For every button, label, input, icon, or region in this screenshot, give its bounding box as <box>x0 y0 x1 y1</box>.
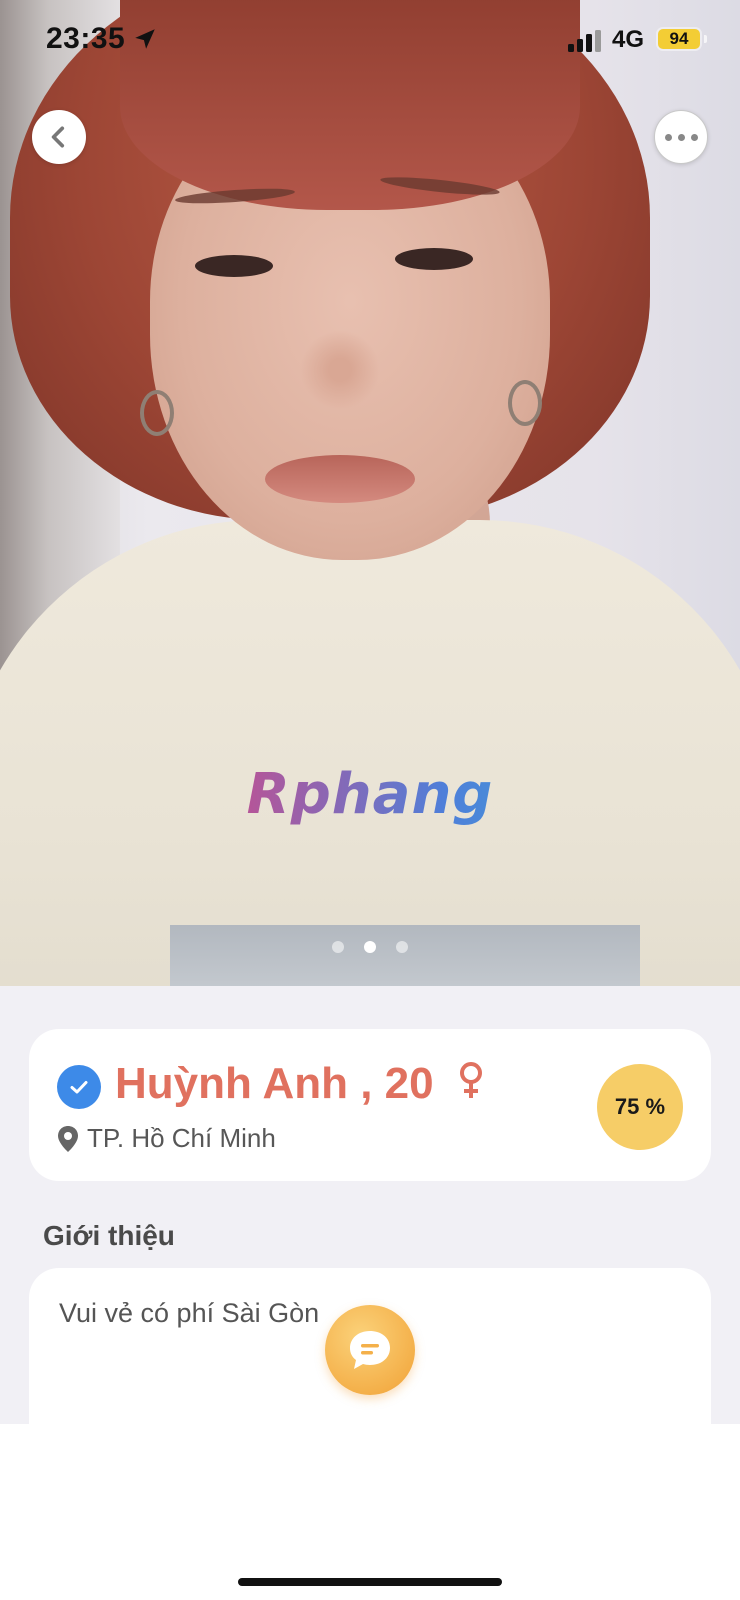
chat-button[interactable] <box>325 1305 415 1395</box>
photo-shirt-print <box>170 925 640 986</box>
profile-name-line: Huỳnh Anh , 20 <box>115 1059 484 1109</box>
photo-earring-right <box>508 380 542 426</box>
photo-earring-left <box>140 390 174 436</box>
photo-mouth <box>265 455 415 503</box>
back-button[interactable] <box>32 110 86 164</box>
pager-dot[interactable] <box>396 941 408 953</box>
pager-dot-active[interactable] <box>364 941 376 953</box>
profile-location: TP. Hồ Chí Minh <box>57 1123 276 1154</box>
profile-name-age: Huỳnh Anh , 20 <box>115 1059 434 1108</box>
location-text: TP. Hồ Chí Minh <box>87 1123 276 1153</box>
location-arrow-icon <box>135 29 155 49</box>
bottom-area <box>0 1424 740 1600</box>
watermark-logo: Rphang <box>0 762 740 827</box>
signal-icon <box>568 30 601 52</box>
battery-level: 94 <box>658 29 700 49</box>
photo-pager <box>0 941 740 953</box>
chat-bubble-icon <box>350 1331 390 1369</box>
match-percent-badge: 75 % <box>597 1064 683 1150</box>
photo-eye-right <box>395 248 473 270</box>
battery-cap <box>704 35 707 43</box>
photo-shirt <box>0 520 740 986</box>
check-badge-icon <box>57 1065 101 1109</box>
chevron-left-icon <box>51 126 65 148</box>
status-bar: 23:35 4G 94 <box>0 0 740 80</box>
more-options-button[interactable] <box>654 110 708 164</box>
intro-text: Vui vẻ có phí Sài Gòn <box>59 1298 320 1328</box>
battery-icon: 94 <box>656 27 707 51</box>
profile-card: Huỳnh Anh , 20 TP. Hồ Chí Minh 75 % <box>29 1029 711 1181</box>
network-label: 4G <box>612 26 645 53</box>
photo-eye-left <box>195 255 273 277</box>
home-indicator[interactable] <box>238 1578 502 1586</box>
status-time: 23:35 <box>46 22 126 55</box>
profile-photo[interactable] <box>0 0 740 986</box>
more-dots-icon <box>664 133 698 141</box>
battery-level-text: 94 <box>669 29 689 48</box>
map-pin-icon <box>58 1125 78 1152</box>
female-icon <box>459 1062 482 1098</box>
pager-dot[interactable] <box>332 941 344 953</box>
intro-section-title: Giới thiệu <box>43 1220 175 1251</box>
photo-nose <box>300 330 380 410</box>
